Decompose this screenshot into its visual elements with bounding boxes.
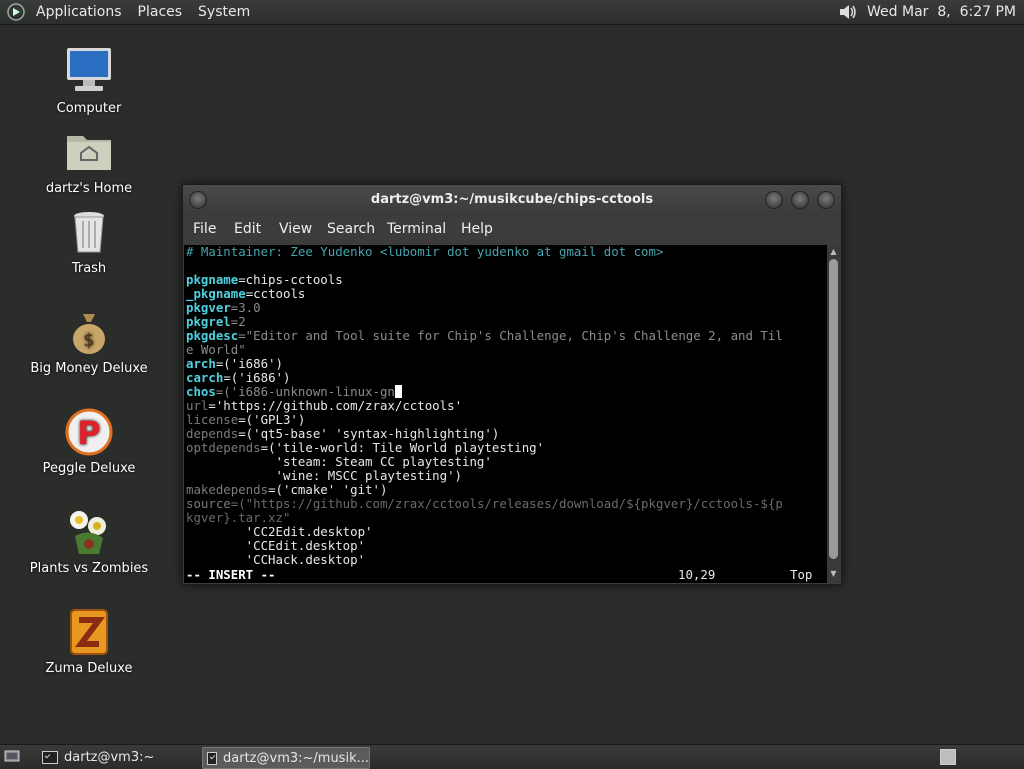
computer-icon	[63, 46, 115, 98]
taskbar-item-terminal-home[interactable]: dartz@vm3:~	[38, 747, 198, 767]
code-line: e World"	[186, 342, 246, 357]
terminal-window[interactable]: dartz@vm3:~/musikcube/chips-cctools File…	[182, 184, 842, 585]
code-line: 'CCHack.desktop'	[186, 552, 366, 567]
terminal-icon	[42, 750, 58, 764]
desktop-icon-peggle[interactable]: P Peggle Deluxe	[28, 406, 150, 476]
desktop-icon-trash[interactable]: Trash	[28, 206, 150, 276]
code-line: makedepends=('cmake' 'git')	[186, 482, 388, 497]
volume-icon[interactable]	[837, 1, 859, 23]
code-line: # Maintainer: Zee Yudenko <lubomir dot y…	[186, 245, 664, 259]
desktop-icon-label: Plants vs Zombies	[29, 561, 149, 576]
trash-icon	[63, 206, 115, 258]
code-line: pkgver=3.0	[186, 300, 261, 315]
terminal-scrollbar[interactable]: ▲ ▼	[827, 245, 840, 583]
system-menu[interactable]: System	[190, 0, 258, 24]
minimize-button[interactable]	[765, 191, 783, 209]
menu-search[interactable]: Search	[327, 221, 375, 237]
money-bag-icon: $	[63, 306, 115, 358]
desktop-icon-computer[interactable]: Computer	[28, 46, 150, 116]
close-button[interactable]	[817, 191, 835, 209]
scrollbar-thumb[interactable]	[829, 259, 838, 559]
cursor-position: 10,29	[678, 567, 716, 582]
taskbar-item-label: dartz@vm3:~	[64, 749, 155, 765]
clock[interactable]: Wed Mar 8, 6:27 PM	[867, 4, 1024, 20]
code-line: 'CCEdit.desktop'	[186, 538, 366, 553]
top-panel: Applications Places System Wed Mar 8, 6:…	[0, 0, 1024, 25]
desktop-icon-label: Trash	[71, 261, 107, 276]
peggle-icon: P	[63, 406, 115, 458]
code-line: pkgname=chips-cctools	[186, 272, 343, 287]
code-line: 'wine: MSCC playtesting')	[186, 468, 463, 483]
window-title: dartz@vm3:~/musikcube/chips-cctools	[370, 192, 654, 207]
code-line: 'CC2Edit.desktop'	[186, 524, 373, 539]
terminal-menu-bar: File Edit View Search Terminal Help	[183, 215, 841, 243]
desktop-icon-home[interactable]: dartz's Home	[28, 126, 150, 196]
code-line: arch=('i686')	[186, 356, 283, 371]
svg-text:$: $	[83, 330, 94, 351]
menu-help[interactable]: Help	[461, 221, 493, 237]
zuma-icon	[63, 606, 115, 658]
desktop-icon-label: Peggle Deluxe	[42, 461, 136, 476]
menu-edit[interactable]: Edit	[234, 221, 261, 237]
workspace-switcher[interactable]	[940, 749, 956, 765]
code-line: kgver}.tar.xz"	[186, 510, 291, 525]
home-folder-icon	[63, 126, 115, 178]
text-cursor	[394, 385, 402, 398]
desktop-icon-label: Big Money Deluxe	[30, 361, 148, 376]
desktop-icon-big-money[interactable]: $ Big Money Deluxe	[28, 306, 150, 376]
vim-mode-indicator: -- INSERT --	[186, 567, 276, 582]
code-line: optdepends=('tile-world: Tile World play…	[186, 440, 545, 455]
bottom-panel: dartz@vm3:~ dartz@vm3:~/musik...	[0, 744, 1024, 769]
code-line: _pkgname=cctools	[186, 286, 306, 301]
gnome-foot-icon[interactable]	[6, 2, 26, 22]
window-title-bar[interactable]: dartz@vm3:~/musikcube/chips-cctools	[183, 185, 841, 215]
code-line: pkgrel=2	[186, 314, 246, 329]
plants-vs-zombies-icon	[63, 506, 115, 558]
desktop-icon-plants-vs-zombies[interactable]: Plants vs Zombies	[28, 506, 150, 576]
desktop-icon-zuma[interactable]: Zuma Deluxe	[28, 606, 150, 676]
scroll-position: Top	[790, 567, 813, 582]
code-line: 'steam: Steam CC playtesting'	[186, 454, 492, 469]
code-line: license=('GPL3')	[186, 412, 306, 427]
svg-text:P: P	[77, 414, 100, 452]
maximize-button[interactable]	[791, 191, 809, 209]
taskbar-item-terminal-musikcube[interactable]: dartz@vm3:~/musik...	[202, 747, 370, 769]
code-line: depends=('qt5-base' 'syntax-highlighting…	[186, 426, 500, 441]
desktop-icon-label: Zuma Deluxe	[45, 661, 133, 676]
top-panel-tray: Wed Mar 8, 6:27 PM	[837, 0, 1024, 24]
applications-menu[interactable]: Applications	[28, 0, 130, 24]
code-line: carch=('i686')	[186, 370, 291, 385]
code-line: url='https://github.com/zrax/cctools'	[186, 398, 463, 413]
terminal-text-area[interactable]: # Maintainer: Zee Yudenko <lubomir dot y…	[184, 245, 827, 583]
desktop-icon-label: dartz's Home	[45, 181, 133, 196]
desktop-icon-label: Computer	[56, 101, 122, 116]
terminal-icon	[207, 751, 218, 765]
menu-file[interactable]: File	[193, 221, 216, 237]
taskbar-item-label: dartz@vm3:~/musik...	[223, 750, 369, 766]
code-line: source=("https://github.com/zrax/cctools…	[186, 496, 783, 511]
menu-terminal[interactable]: Terminal	[387, 221, 446, 237]
scroll-up-icon[interactable]: ▲	[829, 247, 838, 257]
show-desktop-icon[interactable]	[4, 748, 20, 764]
places-menu[interactable]: Places	[130, 0, 191, 24]
scroll-down-icon[interactable]: ▼	[829, 569, 838, 579]
menu-view[interactable]: View	[279, 221, 312, 237]
code-line: chos=('i686-unknown-linux-gn	[186, 385, 402, 399]
code-line: pkgdesc="Editor and Tool suite for Chip'…	[186, 328, 783, 343]
